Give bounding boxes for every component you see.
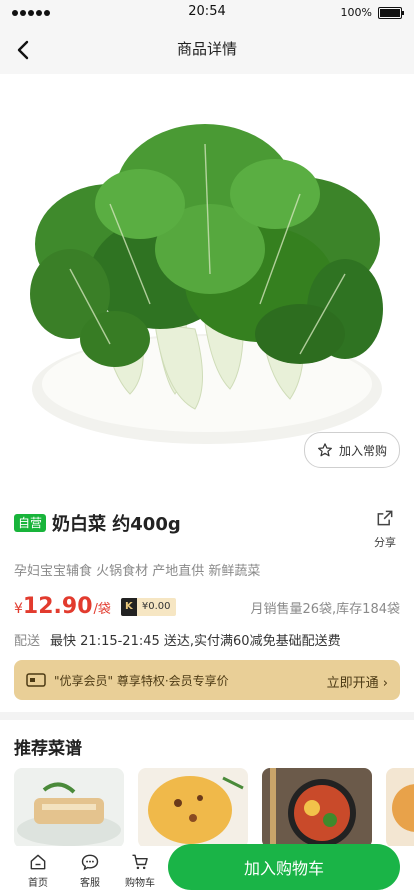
share-icon: [377, 510, 393, 526]
star-icon: [318, 443, 332, 457]
currency-symbol: ¥: [14, 601, 23, 617]
tab-cart[interactable]: 购物车: [120, 852, 160, 889]
tab-home-label: 首页: [28, 878, 48, 889]
product-image: [0, 74, 414, 482]
home-icon: [30, 854, 46, 870]
recipe-card[interactable]: [138, 768, 248, 848]
member-price: ¥0.00: [141, 601, 171, 612]
recipe-card[interactable]: [14, 768, 124, 848]
member-tag-letter: K: [120, 597, 137, 616]
chevron-right-icon: ›: [382, 676, 388, 691]
battery-icon: [378, 7, 404, 19]
price-unit: /袋: [93, 602, 111, 617]
add-to-favorites-label: 加入常购: [338, 443, 387, 458]
vip-open-link[interactable]: 立即开通 ›: [327, 672, 388, 691]
product-subtitle: 孕妇宝宝辅食 火锅食材 产地直供 新鲜蔬菜: [14, 564, 261, 579]
recipe-image: [262, 768, 372, 848]
status-bar: 20:54 100%: [0, 0, 414, 26]
recipe-image: [14, 768, 124, 848]
price-row: ¥ 12.90 /袋 K ¥0.00: [14, 594, 176, 619]
member-price-tag: K ¥0.00: [120, 597, 176, 616]
tab-customer-service-label: 客服: [80, 878, 100, 889]
nav-bar: 商品详情: [0, 26, 414, 74]
recipe-image: [138, 768, 248, 848]
tab-cart-label: 购物车: [125, 878, 155, 889]
product-price: 12.90: [22, 594, 93, 619]
recipe-image: [386, 768, 414, 848]
vip-card-icon: [26, 673, 46, 687]
self-operated-badge: 自营: [14, 514, 47, 532]
add-to-cart-button[interactable]: 加入购物车: [168, 844, 400, 890]
chat-icon: [81, 854, 99, 871]
recipe-list: [14, 768, 414, 848]
cart-icon: [132, 854, 148, 870]
section-divider: [0, 712, 414, 720]
battery-percent: 100%: [340, 6, 372, 19]
product-title-row: 自营 奶白菜 约400g: [14, 510, 181, 536]
vip-open-label: 立即开通: [326, 676, 379, 691]
product-name: 奶白菜 约400g: [52, 514, 181, 535]
recipe-card[interactable]: [386, 768, 414, 848]
share-label: 分享: [374, 536, 396, 549]
share-button[interactable]: 分享: [372, 508, 398, 550]
vip-banner[interactable]: "优享会员" 尊享特权·会员专享价 立即开通 ›: [14, 660, 400, 700]
delivery-text: 最快 21:15-21:45 送达,实付满60减免基础配送费: [50, 634, 341, 649]
tab-customer-service[interactable]: 客服: [70, 852, 110, 889]
vip-text: "优享会员" 尊享特权·会员专享价: [54, 673, 229, 688]
delivery-label: 配送: [14, 634, 41, 649]
recipes-section-title: 推荐菜谱: [14, 739, 82, 759]
tab-home[interactable]: 首页: [18, 852, 58, 889]
recipe-card[interactable]: [262, 768, 372, 848]
sales-info: 月销售量26袋,库存184袋: [250, 602, 401, 617]
add-to-favorites-button[interactable]: 加入常购: [303, 432, 400, 468]
page-title: 商品详情: [176, 40, 237, 58]
delivery-info: 配送 最快 21:15-21:45 送达,实付满60减免基础配送费: [14, 630, 341, 649]
